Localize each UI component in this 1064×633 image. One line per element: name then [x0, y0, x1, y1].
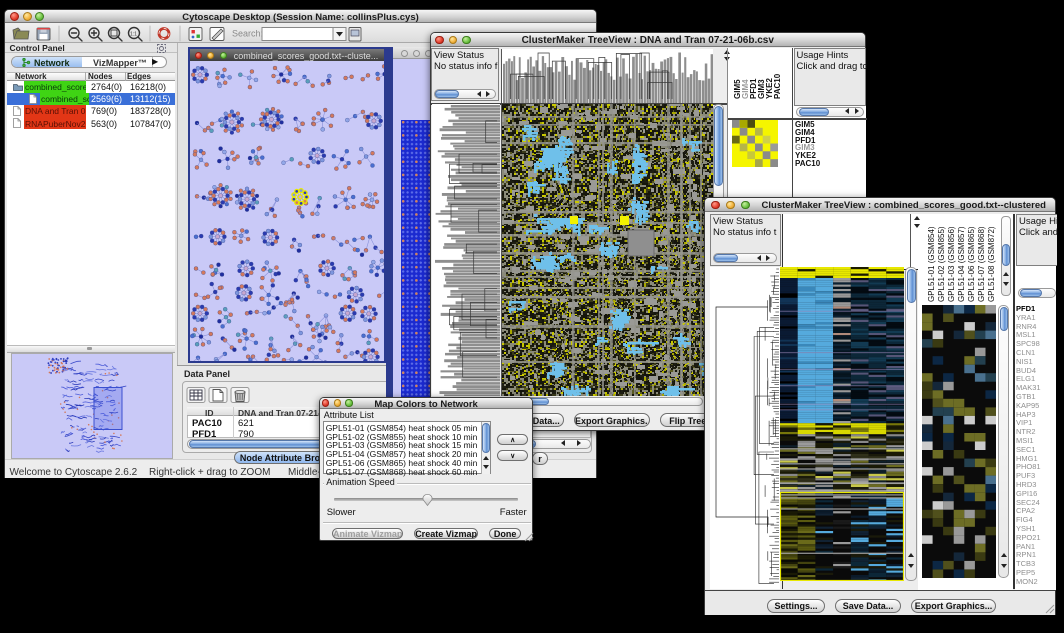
svg-text:Search:: Search:: [232, 29, 263, 39]
svg-text:1:1: 1:1: [130, 32, 137, 38]
